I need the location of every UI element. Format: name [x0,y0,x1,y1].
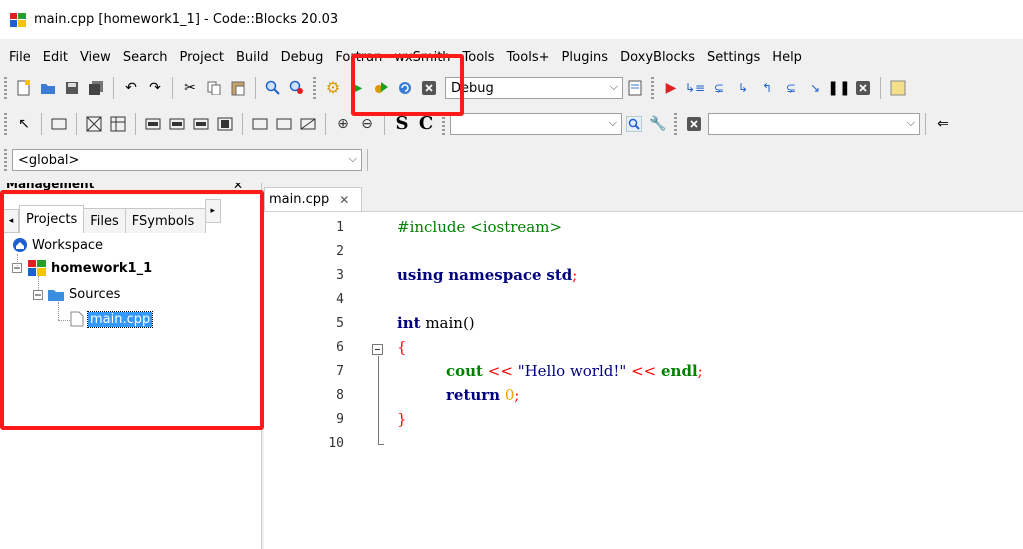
code-line-7: cout << "Hello world!" << endl; [446,362,703,380]
step-into-instruction-icon[interactable]: ↘ [806,79,824,97]
rectangle-icon[interactable] [50,115,68,133]
layout-icon[interactable] [299,115,317,133]
menu-build[interactable]: Build [236,50,269,65]
line-number: 10 [328,436,344,451]
open-file-icon[interactable] [39,79,57,97]
debug-start-icon[interactable]: ▶ [662,79,680,97]
codeblocks-app-icon [10,12,26,27]
clear-icon[interactable] [685,115,703,133]
scope-value: <global> [18,152,80,168]
menu-view[interactable]: View [80,50,111,65]
menu-bar: File Edit View Search Project Build Debu… [0,46,1023,68]
run-to-cursor-icon[interactable]: ↳≡ [685,79,705,97]
secondary-toolbar: ↖ ⊕ ⊖ S C ⌵ 🔧 ⌵ ⇐ [0,109,1023,139]
highlight-box-build-run [351,54,464,116]
highlight-box-project-panel [0,190,264,430]
chevron-down-icon: ⌵ [906,116,915,129]
menu-project[interactable]: Project [179,50,223,65]
menu-doxyblocks[interactable]: DoxyBlocks [620,50,695,65]
close-tab-icon[interactable]: ✕ [339,193,349,207]
bold-s-icon[interactable]: S [393,115,411,133]
stop-debugger-icon[interactable] [854,79,872,97]
menu-plugins[interactable]: Plugins [562,50,609,65]
shrink-icon[interactable] [251,115,269,133]
chevron-down-icon: ⌵ [608,116,617,129]
menu-tools-plus[interactable]: Tools+ [507,50,550,65]
find-icon[interactable] [264,79,282,97]
symbol-search-select[interactable]: ⌵ [450,113,622,135]
title-bar: main.cpp [homework1_1] - Code::Blocks 20… [0,0,1023,39]
next-instruction-icon[interactable]: ⊊ [782,79,800,97]
chevron-down-icon: ⌵ [609,80,618,93]
line-number: 3 [336,268,344,283]
chevron-down-icon: ⌵ [348,152,357,165]
menu-search[interactable]: Search [123,50,168,65]
debug-windows-icon[interactable] [889,79,907,97]
align-left-icon[interactable] [144,115,162,133]
code-line-3: using namespace std; [397,266,578,284]
scope-select[interactable]: <global> ⌵ [12,149,362,171]
code-line-8: return 0; [446,386,520,404]
replace-icon[interactable] [288,79,306,97]
menu-tools[interactable]: Tools [463,50,495,65]
redo-icon[interactable]: ↷ [146,79,164,97]
jump-select[interactable]: ⌵ [708,113,920,135]
line-number: 9 [336,412,344,427]
menu-help[interactable]: Help [772,50,802,65]
window-title: main.cpp [homework1_1] - Code::Blocks 20… [34,12,339,27]
build-target-select[interactable]: Debug ⌵ [445,77,623,99]
line-number: 4 [336,292,344,307]
paste-icon[interactable] [229,79,247,97]
undo-icon[interactable]: ↶ [122,79,140,97]
line-number: 1 [336,220,344,235]
zoom-in-icon[interactable]: ⊕ [334,115,352,133]
align-center-icon[interactable] [168,115,186,133]
zoom-out-icon[interactable]: ⊖ [358,115,376,133]
menu-debug[interactable]: Debug [281,50,324,65]
save-all-icon[interactable] [87,79,105,97]
code-line-5: int main() [397,314,475,332]
step-into-icon[interactable]: ↳ [734,79,752,97]
code-line-6: { [397,338,407,356]
code-completion-toolbar: <global> ⌵ [0,145,1023,175]
grid-sizer-icon[interactable] [109,115,127,133]
menu-edit[interactable]: Edit [43,50,68,65]
editor-tab-main-cpp[interactable]: main.cpp ✕ [264,187,362,211]
build-gear-icon[interactable]: ⚙ [324,79,342,97]
bold-c-icon[interactable]: C [417,115,435,133]
border-icon[interactable] [275,115,293,133]
fold-marker-icon[interactable] [372,344,384,356]
main-toolbar: ↶ ↷ ✂ ⚙ ▶ Debug ⌵ ▶ ↳≡ ⊊ ↳ ↰ ⊊ ↘ ❚❚ [0,73,1023,103]
menu-settings[interactable]: Settings [707,50,760,65]
step-out-icon[interactable]: ↰ [758,79,776,97]
align-right-icon[interactable] [192,115,210,133]
sizer-box-icon[interactable] [85,115,103,133]
next-line-icon[interactable]: ⊊ [710,79,728,97]
code-line-1: #include <iostream> [397,218,563,236]
copy-icon[interactable] [205,79,223,97]
back-arrow-icon[interactable]: ⇐ [934,115,952,133]
line-number: 2 [336,244,344,259]
wrench-icon[interactable]: 🔧 [649,115,667,133]
line-number: 6 [336,340,344,355]
pause-icon[interactable]: ❚❚ [827,79,850,97]
line-number: 8 [336,388,344,403]
save-icon[interactable] [63,79,81,97]
new-file-icon[interactable] [15,79,33,97]
line-number-gutter: 1 2 3 4 5 6 7 8 9 10 [264,212,384,549]
line-number: 5 [336,316,344,331]
target-options-icon[interactable] [626,79,644,97]
search-magnifier-icon[interactable] [625,115,643,133]
toolbar-grip[interactable] [4,77,7,99]
line-number: 7 [336,364,344,379]
cut-icon[interactable]: ✂ [181,79,199,97]
pointer-icon[interactable]: ↖ [15,115,33,133]
expand-icon[interactable] [216,115,234,133]
menu-file[interactable]: File [9,50,31,65]
code-line-9: } [397,410,407,428]
editor-tab-bar [264,183,1023,212]
